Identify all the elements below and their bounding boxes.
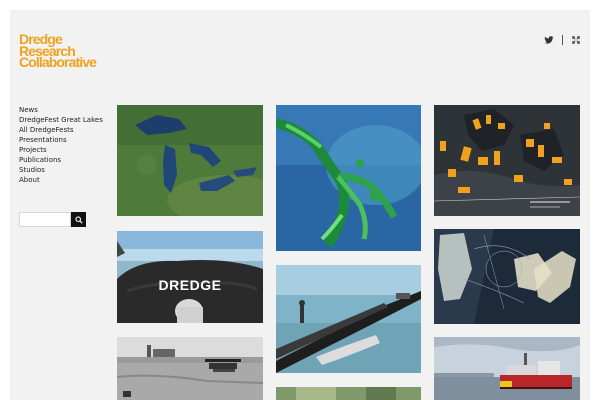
nav-item-news[interactable]: News (19, 105, 103, 115)
aerial-green-image (276, 387, 421, 400)
expand-icon[interactable] (571, 35, 581, 45)
drawing-overlays-image (434, 229, 580, 324)
historic-seaplane-image (117, 337, 263, 400)
gallery-tile-river-delta[interactable] (276, 105, 421, 251)
nav-item-studios[interactable]: Studios (19, 165, 103, 175)
dark-site-plan-image (434, 105, 580, 216)
gallery-tile-site-plan[interactable] (434, 105, 580, 216)
site-logo[interactable]: Dredge Research Collaborative (19, 32, 97, 70)
page-container: Dredge Research Collaborative News Dredg… (10, 10, 590, 400)
river-delta-satellite-image (276, 105, 421, 251)
nav-item-all-dredgefests[interactable]: All DredgeFests (19, 125, 103, 135)
search-button[interactable] (71, 212, 86, 227)
search-form (19, 212, 86, 227)
search-icon (74, 215, 83, 224)
gallery-tile-aerial-green[interactable] (276, 387, 421, 400)
nav-item-projects[interactable]: Projects (19, 145, 103, 155)
search-input[interactable] (19, 212, 71, 227)
gallery-tile-great-lakes[interactable] (117, 105, 263, 216)
social-links (544, 35, 581, 45)
great-lakes-satellite-image (117, 105, 263, 216)
logo-line-3: Collaborative (19, 54, 97, 70)
red-dredge-ship-image (434, 337, 580, 400)
nav-item-presentations[interactable]: Presentations (19, 135, 103, 145)
nav-item-dredgefest-great-lakes[interactable]: DredgeFest Great Lakes (19, 115, 103, 125)
geotube-pipeline-image (276, 265, 421, 373)
gallery-tile-dredge-rock[interactable]: DREDGE (117, 231, 263, 323)
gallery-tile-seaplane[interactable] (117, 337, 263, 400)
gallery-tile-red-ship[interactable] (434, 337, 580, 400)
dredge-overlay-text: DREDGE (158, 277, 222, 293)
social-divider (562, 35, 563, 45)
gallery-tile-drawing-overlays[interactable] (434, 229, 580, 324)
nav-item-about[interactable]: About (19, 175, 103, 185)
nav-item-publications[interactable]: Publications (19, 155, 103, 165)
gallery-tile-geotube[interactable] (276, 265, 421, 373)
main-nav: News DredgeFest Great Lakes All DredgeFe… (19, 105, 103, 185)
twitter-icon[interactable] (544, 35, 554, 45)
